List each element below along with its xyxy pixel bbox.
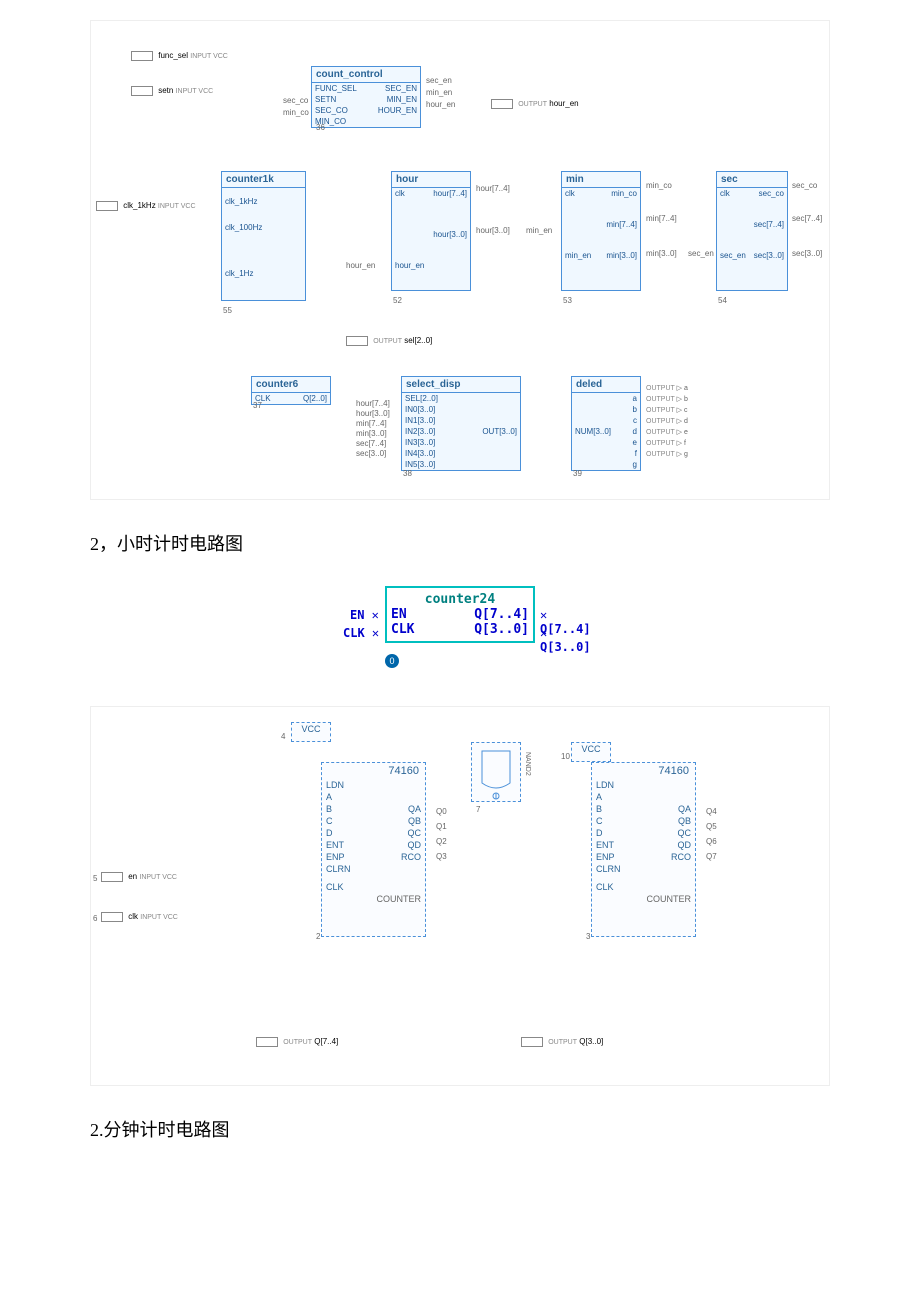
id-0: 0 — [385, 654, 399, 668]
output-q74: OUTPUT Q[7..4] — [256, 1037, 338, 1047]
id-39: 39 — [573, 469, 582, 478]
circuit-74160: VCC 4 VCC 10 NAND2 7 74160 LDN A BQA CQB… — [90, 706, 830, 1086]
q7: Q7 — [706, 852, 717, 861]
wire-s30: sec[3..0] — [792, 249, 822, 258]
wire-hour-en: hour_en — [426, 100, 455, 109]
q1: Q1 — [436, 822, 447, 831]
id-53: 53 — [563, 296, 572, 305]
block-deled: deled a b c NUM[3..0]d e f g — [571, 376, 641, 471]
pin-setn: setn INPUT VCC — [131, 86, 213, 96]
counter24-title: counter24 — [391, 592, 529, 607]
chip-74160-left: 74160 LDN A BQA CQB DQC ENTQD ENPRCO CLR… — [321, 762, 426, 937]
id-en: 5 — [93, 874, 97, 883]
output-sel: OUTPUT sel[2..0] — [346, 336, 432, 346]
block-min: min clkmin_co min[7..4] min_enmin[3..0] — [561, 171, 641, 291]
in-s30: sec[3..0] — [356, 449, 386, 458]
chip1-name: 74160 — [322, 763, 425, 779]
wire-min-en2: min_en — [526, 226, 552, 235]
pin-func-sel: func_sel INPUT VCC — [131, 51, 228, 61]
heading-minute-circuit: 2.分钟计时电路图 — [90, 1116, 830, 1142]
vcc-2: VCC — [571, 742, 611, 762]
wire-mco: min_co — [646, 181, 672, 190]
chip2-name: 74160 — [592, 763, 695, 779]
counter24-block: counter24 ENQ[7..4] CLKQ[3..0] EN ✕ CLK … — [330, 576, 590, 676]
wire-hour-en2: hour_en — [346, 261, 375, 270]
wire-sec-en: sec_en — [426, 76, 452, 85]
id-54: 54 — [718, 296, 727, 305]
in-m30: min[3..0] — [356, 429, 387, 438]
block-hour: hour clkhour[7..4] hour[3..0] hour_en — [391, 171, 471, 291]
in-h74: hour[7..4] — [356, 399, 390, 408]
block-sec: sec clksec_co sec[7..4] sec_ensec[3..0] — [716, 171, 788, 291]
chip-74160-right: 74160 LDN A BQA CQB DQC ENTQD ENPRCO CLR… — [591, 762, 696, 937]
heading-hour-circuit: 2，小时计时电路图 — [90, 530, 830, 556]
deled-title: deled — [572, 377, 640, 393]
id-38: 38 — [403, 469, 412, 478]
ext-clk: CLK ✕ — [343, 626, 379, 640]
block-counter1k: counter1k clk_1kHz clk_100Hz clk_1Hz — [221, 171, 306, 301]
q4: Q4 — [706, 807, 717, 816]
block-select-disp: select_disp SEL[2..0] IN0[3..0] IN1[3..0… — [401, 376, 521, 471]
ext-en: EN ✕ — [350, 608, 379, 622]
select-disp-title: select_disp — [402, 377, 520, 393]
block-counter6: counter6 CLKQ[2..0] — [251, 376, 331, 405]
id-chip2: 3 — [586, 932, 590, 941]
wire-sec-co: sec_co — [283, 96, 308, 105]
wire-min-co: min_co — [283, 108, 309, 117]
q5: Q5 — [706, 822, 717, 831]
wire-m30: min[3..0] — [646, 249, 677, 258]
wire-m74: min[7..4] — [646, 214, 677, 223]
id-nand: 7 — [476, 805, 480, 814]
id-52: 52 — [393, 296, 402, 305]
q6: Q6 — [706, 837, 717, 846]
nand-label: NAND2 — [524, 752, 531, 776]
count-control-title: count_control — [312, 67, 420, 83]
wire-min-en: min_en — [426, 88, 452, 97]
in-s74: sec[7..4] — [356, 439, 386, 448]
sec-title: sec — [717, 172, 787, 188]
id-chip1: 2 — [316, 932, 320, 941]
wire-h74: hour[7..4] — [476, 184, 510, 193]
id-vcc1: 4 — [281, 732, 285, 741]
output-hour-en: OUTPUT hour_en — [491, 99, 579, 109]
top-schematic: func_sel INPUT VCC setn INPUT VCC clk_1k… — [90, 20, 830, 500]
in-h30: hour[3..0] — [356, 409, 390, 418]
q0: Q0 — [436, 807, 447, 816]
pin-clk-1khz: clk_1kHz INPUT VCC — [96, 201, 196, 211]
outputs-ag: OUTPUT ▷ a OUTPUT ▷ b OUTPUT ▷ c OUTPUT … — [646, 383, 688, 460]
id-vcc2: 10 — [561, 752, 570, 761]
wire-h30: hour[3..0] — [476, 226, 510, 235]
wire-sco: sec_co — [792, 181, 817, 190]
id-55: 55 — [223, 306, 232, 315]
block-count-control: count_control FUNC_SELSEC_EN SETNMIN_EN … — [311, 66, 421, 128]
id-37: 37 — [253, 401, 262, 410]
wire-s74: sec[7..4] — [792, 214, 822, 223]
q2: Q2 — [436, 837, 447, 846]
nand-gate — [471, 742, 521, 802]
nand-icon — [472, 743, 520, 801]
pin-en: en INPUT VCC — [101, 872, 177, 882]
in-m74: min[7..4] — [356, 419, 387, 428]
counter1k-title: counter1k — [222, 172, 305, 188]
id-36: 36 — [316, 123, 325, 132]
q3: Q3 — [436, 852, 447, 861]
pin-clk: clk INPUT VCC — [101, 912, 178, 922]
hour-title: hour — [392, 172, 470, 188]
ext-q30: ✕ Q[3..0] — [540, 626, 591, 654]
counter6-title: counter6 — [252, 377, 330, 393]
vcc-1: VCC — [291, 722, 331, 742]
min-title: min — [562, 172, 640, 188]
id-clk: 6 — [93, 914, 97, 923]
output-q30: OUTPUT Q[3..0] — [521, 1037, 603, 1047]
wire-sec-en2: sec_en — [688, 249, 714, 258]
